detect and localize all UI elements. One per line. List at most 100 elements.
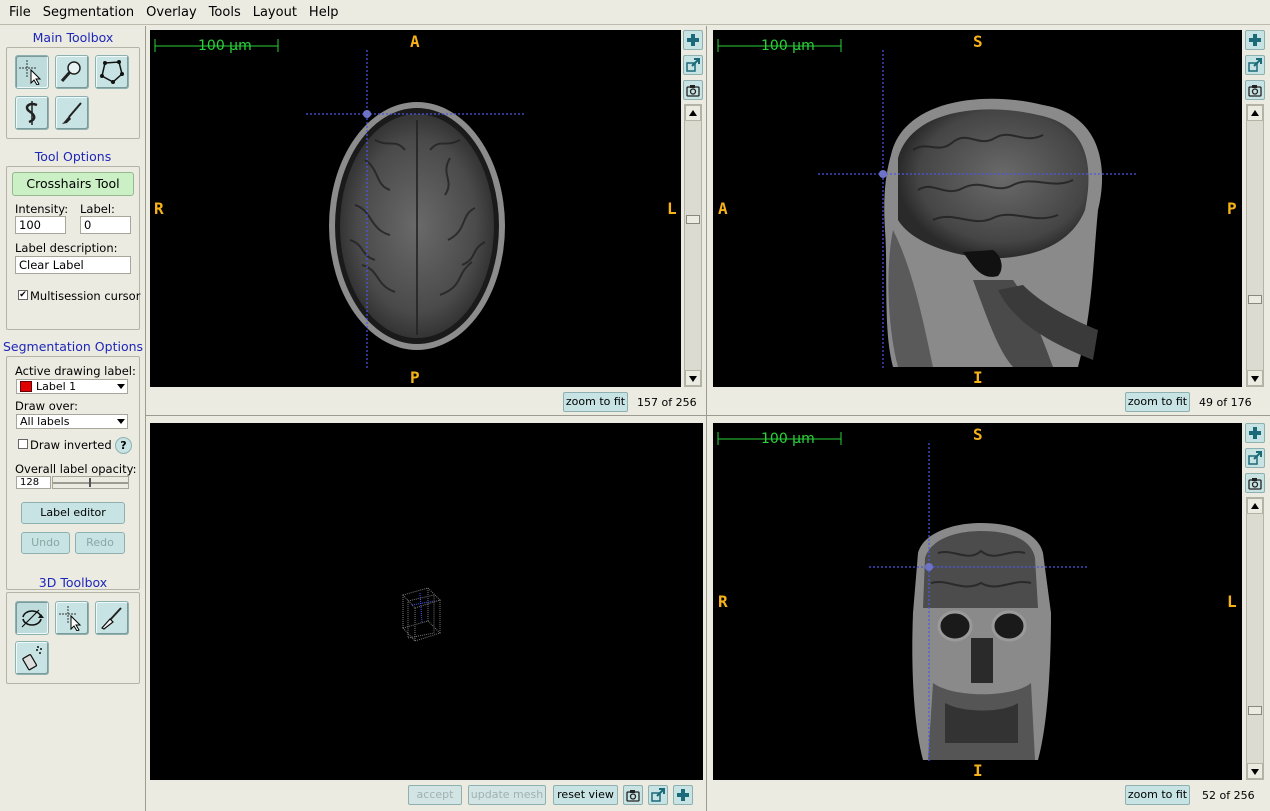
scroll-up-button[interactable]	[685, 105, 701, 121]
spraypaint-icon	[22, 646, 42, 671]
popout-icon	[651, 788, 665, 802]
snake-icon	[25, 101, 38, 125]
polygon-tool-button[interactable]	[95, 55, 129, 89]
axial-crosshair[interactable]	[150, 30, 681, 387]
axial-expand-button[interactable]	[683, 30, 703, 50]
axial-slice-scrollbar[interactable]	[684, 104, 702, 387]
menu-overlay[interactable]: Overlay	[140, 5, 203, 20]
sagittal-expand-button[interactable]	[1245, 30, 1265, 50]
sagittal-orient-top: S	[973, 32, 983, 51]
coronal-snapshot-button[interactable]	[1245, 473, 1265, 493]
render-3d-view[interactable]	[150, 423, 703, 780]
menu-help[interactable]: Help	[303, 5, 345, 20]
coronal-popout-button[interactable]	[1245, 448, 1265, 468]
draw-over-select[interactable]: All labels	[16, 414, 128, 429]
draw-over-value: All labels	[20, 415, 70, 428]
label-description-field[interactable]: Clear Label	[15, 256, 131, 274]
scalpel-icon	[101, 607, 122, 630]
coronal-slice-scrollbar[interactable]	[1246, 497, 1264, 780]
axial-zoom-to-fit-button[interactable]: zoom to fit	[563, 392, 628, 412]
scroll-up-button[interactable]	[1247, 498, 1263, 514]
axial-scroll-thumb[interactable]	[686, 215, 700, 224]
axial-slice-indicator: 157 of 256	[637, 396, 697, 409]
reset-view-button[interactable]: reset view	[553, 785, 618, 805]
plus-icon	[677, 789, 689, 801]
rotate-3d-button[interactable]	[15, 601, 49, 635]
axial-popout-button[interactable]	[683, 55, 703, 75]
coronal-orient-left: R	[718, 592, 728, 611]
scroll-down-button[interactable]	[1247, 763, 1263, 779]
accept-button[interactable]: accept	[408, 785, 462, 805]
draw-over-label: Draw over:	[15, 399, 79, 413]
segmentation-options: Active drawing label: Label 1 Draw over:…	[6, 356, 140, 590]
active-label-select[interactable]: Label 1	[16, 379, 128, 394]
redo-button[interactable]: Redo	[75, 532, 125, 554]
arrow-down-icon	[689, 376, 697, 382]
arrow-up-icon	[689, 110, 697, 116]
scroll-down-button[interactable]	[1247, 370, 1263, 386]
paintbrush-tool-button[interactable]	[55, 96, 89, 130]
coronal-scroll-thumb[interactable]	[1248, 706, 1262, 715]
update-mesh-button[interactable]: update mesh	[468, 785, 546, 805]
bounding-box-3d	[402, 587, 441, 642]
draw-inverted-checkbox[interactable]	[18, 439, 28, 449]
sagittal-slice-scrollbar[interactable]	[1246, 104, 1264, 387]
coronal-view[interactable]: 100 µm S I R L	[713, 423, 1242, 780]
toolbox-3d	[6, 592, 140, 684]
menu-tools[interactable]: Tools	[203, 5, 247, 20]
left-panel: Main Toolbox Tool Options Crosshairs Too…	[0, 26, 146, 811]
opacity-value-field[interactable]: 128	[16, 476, 51, 489]
sagittal-crosshair[interactable]	[713, 30, 1242, 387]
label-editor-button[interactable]: Label editor	[21, 502, 125, 524]
sagittal-scroll-thumb[interactable]	[1248, 295, 1262, 304]
axial-orient-left: R	[154, 199, 164, 218]
sagittal-view[interactable]: 100 µm S I A P	[713, 30, 1242, 387]
crosshairs-3d-icon	[59, 606, 82, 631]
multisession-checkbox[interactable]: ✔	[18, 290, 28, 300]
coronal-slice-indicator: 52 of 256	[1202, 789, 1255, 802]
help-icon[interactable]: ?	[115, 437, 132, 454]
coronal-crosshair[interactable]	[713, 423, 1242, 780]
scroll-down-button[interactable]	[685, 370, 701, 386]
menu-file[interactable]: File	[3, 5, 37, 20]
crosshairs-3d-button[interactable]	[55, 601, 89, 635]
active-label-value: Label 1	[36, 380, 77, 393]
sagittal-popout-button[interactable]	[1245, 55, 1265, 75]
polygon-icon	[100, 60, 124, 84]
zoom-tool-button[interactable]	[55, 55, 89, 89]
menu-segmentation[interactable]: Segmentation	[37, 5, 140, 20]
coronal-expand-button[interactable]	[1245, 423, 1265, 443]
label-description-label: Label description:	[15, 241, 118, 255]
scroll-up-button[interactable]	[1247, 105, 1263, 121]
intensity-field[interactable]: 100	[15, 216, 66, 234]
snake-tool-button[interactable]	[15, 96, 49, 130]
opacity-slider[interactable]	[52, 476, 129, 489]
view-divider-vertical[interactable]	[706, 26, 707, 811]
render3d-expand-button[interactable]	[673, 785, 693, 805]
label-field[interactable]: 0	[80, 216, 131, 234]
render3d-popout-button[interactable]	[648, 785, 668, 805]
scalpel-3d-button[interactable]	[95, 601, 129, 635]
render3d-snapshot-button[interactable]	[623, 785, 643, 805]
popout-icon	[1248, 451, 1262, 465]
undo-button[interactable]: Undo	[21, 532, 70, 554]
main-toolbox-title: Main Toolbox	[32, 30, 114, 45]
spraypaint-3d-button[interactable]	[15, 641, 49, 675]
crosshairs-tool-button[interactable]	[15, 55, 49, 89]
plus-icon	[687, 34, 699, 46]
coronal-zoom-to-fit-button[interactable]: zoom to fit	[1125, 785, 1190, 805]
view-divider-horizontal[interactable]	[146, 415, 1270, 416]
arrow-down-icon	[1251, 376, 1259, 382]
crosshairs-icon	[19, 60, 42, 85]
paintbrush-icon	[62, 102, 82, 124]
sagittal-orient-left: A	[718, 199, 728, 218]
opacity-slider-handle[interactable]	[89, 478, 91, 487]
axial-view[interactable]: 100 µm A P R L	[150, 30, 681, 387]
camera-icon	[1248, 478, 1262, 490]
menu-layout[interactable]: Layout	[247, 5, 303, 20]
sagittal-snapshot-button[interactable]	[1245, 80, 1265, 100]
sagittal-zoom-to-fit-button[interactable]: zoom to fit	[1125, 392, 1190, 412]
menu-bar: File Segmentation Overlay Tools Layout H…	[0, 0, 1270, 25]
axial-snapshot-button[interactable]	[683, 80, 703, 100]
sagittal-orient-bottom: I	[973, 368, 983, 387]
